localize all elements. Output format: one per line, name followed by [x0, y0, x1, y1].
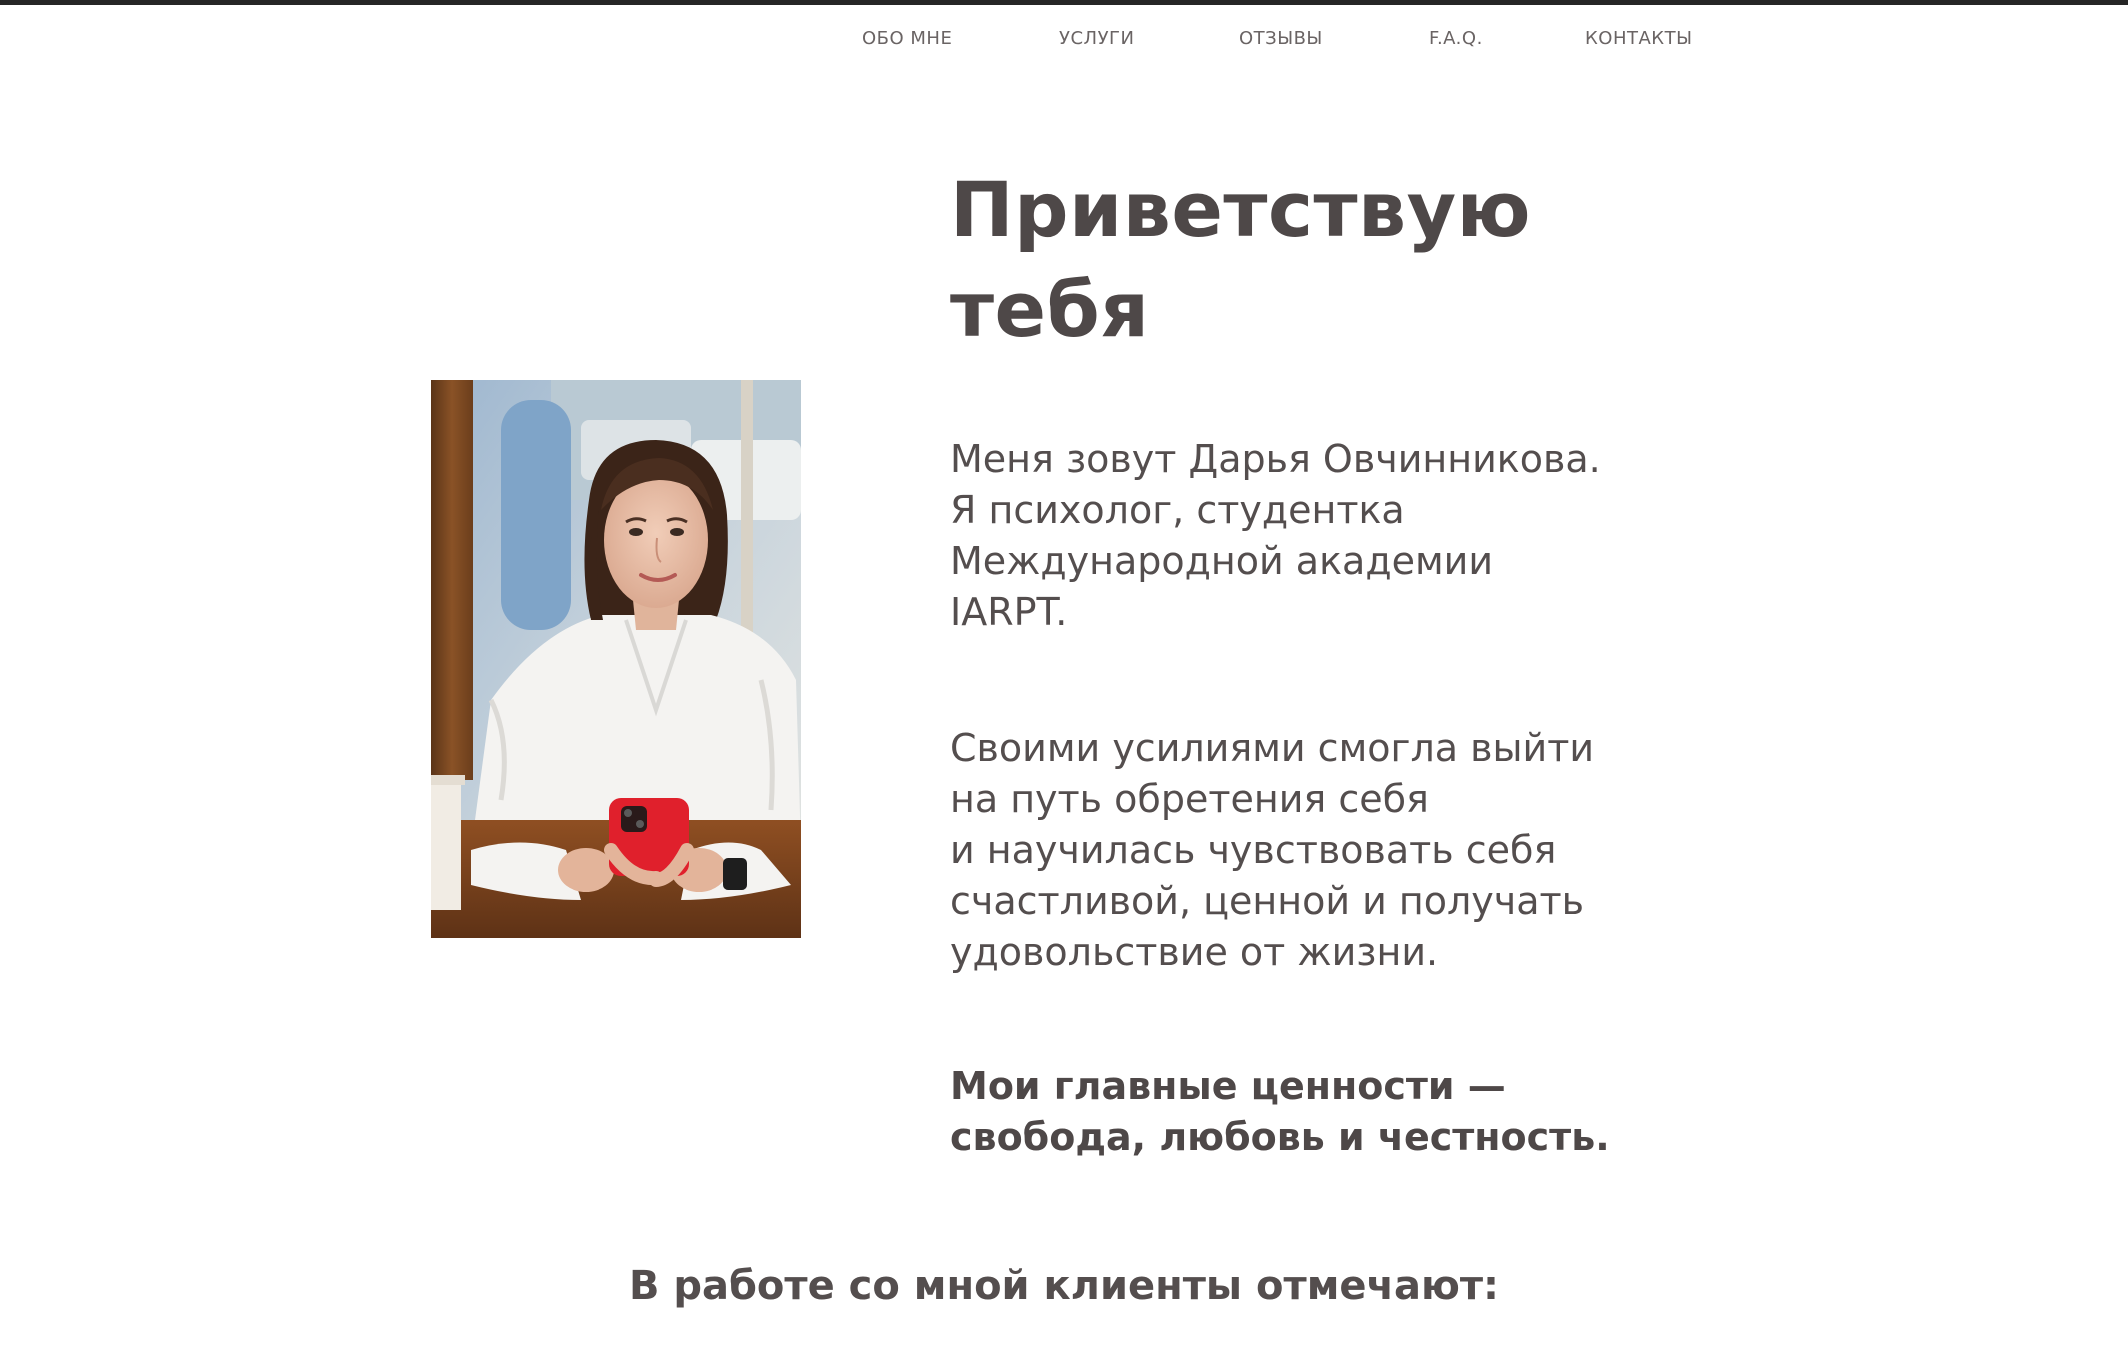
top-bar: [0, 0, 2128, 5]
main-nav: ОБО МНЕ УСЛУГИ ОТЗЫВЫ F.A.Q. КОНТАКТЫ: [0, 28, 2128, 52]
intro-line: Меня зовут Дарья Овчинникова.: [950, 437, 1601, 481]
journey-line: и научилась чувствовать себя: [950, 828, 1557, 872]
nav-item-contacts[interactable]: КОНТАКТЫ: [1585, 28, 1692, 49]
values-paragraph: Мои главные ценности — свобода, любовь и…: [950, 1061, 1610, 1163]
clients-heading: В работе со мной клиенты отмечают:: [628, 1263, 1500, 1309]
intro-line: Я психолог, студентка: [950, 488, 1405, 532]
nav-item-about[interactable]: ОБО МНЕ: [862, 28, 952, 49]
intro-line: Международной академии: [950, 539, 1494, 583]
nav-item-reviews[interactable]: ОТЗЫВЫ: [1239, 28, 1323, 49]
journey-paragraph: Своими усилиями смогла выйти на путь обр…: [950, 723, 1594, 978]
values-line: свобода, любовь и честность.: [950, 1115, 1610, 1159]
journey-line: удовольствие от жизни.: [950, 930, 1439, 974]
intro-paragraph: Меня зовут Дарья Овчинникова. Я психолог…: [950, 434, 1601, 638]
journey-line: на путь обретения себя: [950, 777, 1429, 821]
page-title-line: Приветствую: [950, 165, 1532, 254]
portrait-photo: [431, 380, 801, 938]
nav-item-faq[interactable]: F.A.Q.: [1429, 28, 1483, 49]
portrait-photo-illustration: [431, 380, 801, 938]
nav-item-services[interactable]: УСЛУГИ: [1059, 28, 1134, 49]
intro-line: IARPT.: [950, 590, 1068, 634]
journey-line: счастливой, ценной и получать: [950, 879, 1585, 923]
journey-line: Своими усилиями смогла выйти: [950, 726, 1595, 770]
page-title-line: тебя: [950, 265, 1150, 354]
values-line: Мои главные ценности —: [950, 1064, 1506, 1108]
page-title: Приветствую тебя: [950, 160, 1531, 360]
